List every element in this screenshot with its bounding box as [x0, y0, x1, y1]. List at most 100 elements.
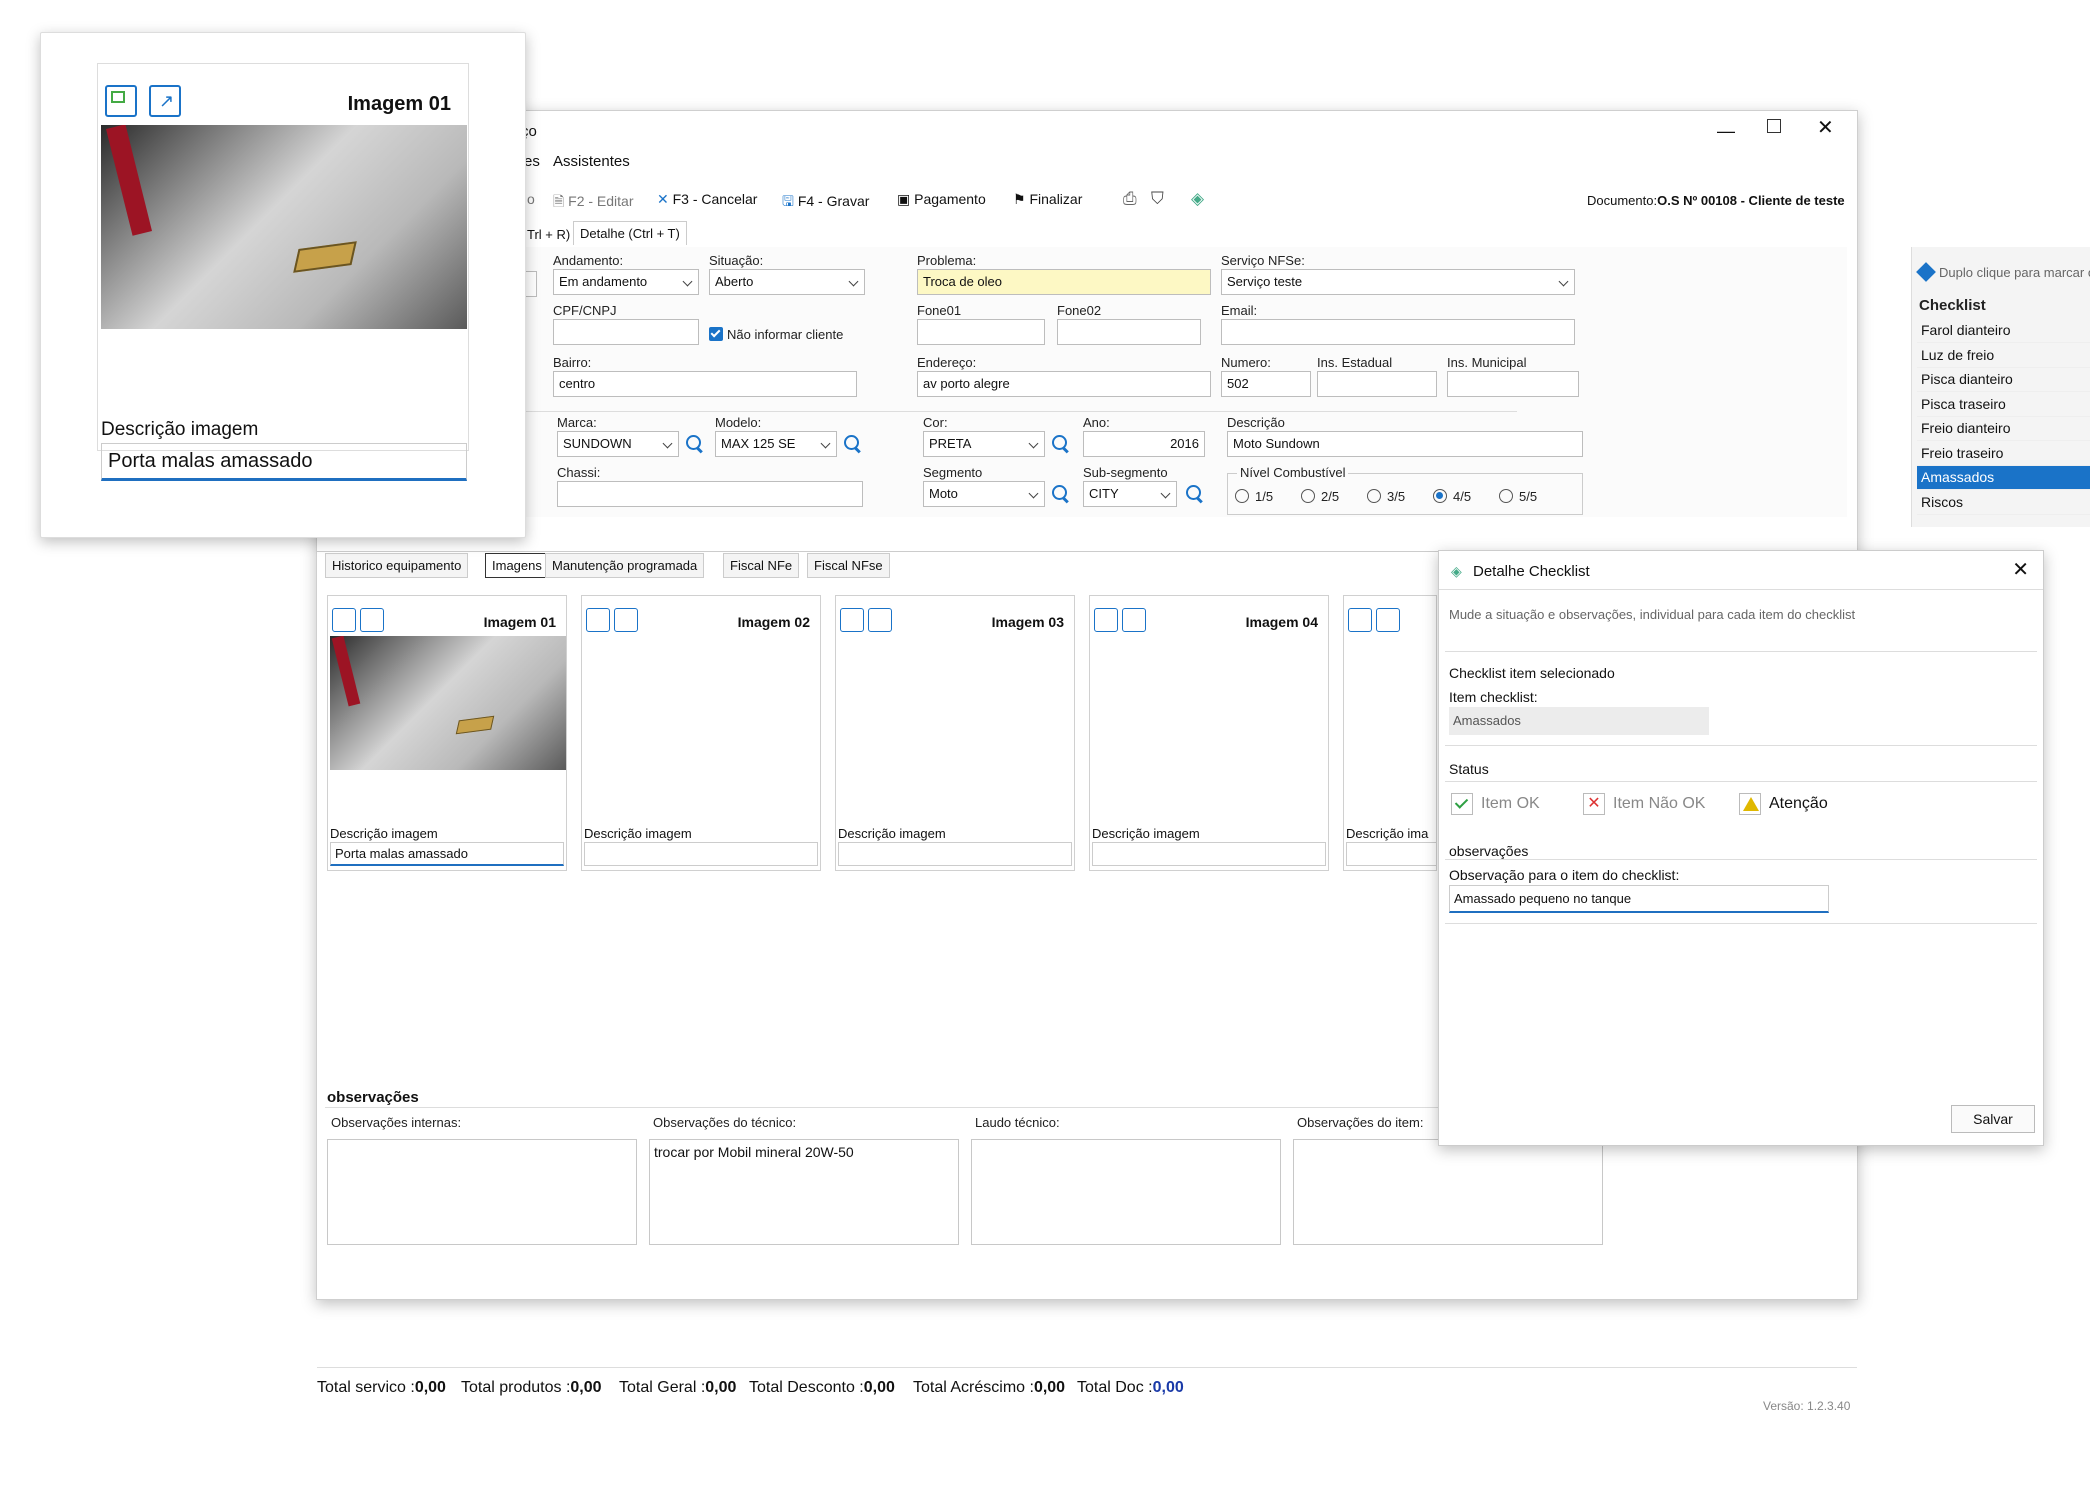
bairro-field[interactable]: centro [553, 371, 857, 397]
image-load-icon[interactable] [332, 608, 356, 632]
dialog-close-icon[interactable]: ✕ [2012, 557, 2029, 582]
tab-bottom[interactable]: Imagens [485, 553, 549, 578]
fuel-radio-4[interactable] [1433, 489, 1447, 503]
endereco-field[interactable]: av porto alegre [917, 371, 1211, 397]
search-subsegmento-icon[interactable] [1183, 483, 1205, 505]
open-external-icon[interactable] [868, 608, 892, 632]
problema-field[interactable]: Troca de oleo [917, 269, 1211, 295]
open-external-icon[interactable] [614, 608, 638, 632]
situacao-select[interactable]: Aberto [709, 269, 865, 295]
andamento-select[interactable]: Em andamento [553, 269, 699, 295]
image-desc-field[interactable] [584, 842, 818, 866]
printer-icon[interactable]: ⎙ [1123, 189, 1137, 209]
status-ok-label[interactable]: Item OK [1481, 795, 1540, 813]
close-button[interactable]: ✕ [1817, 115, 1834, 140]
obs-tecnico-field[interactable]: trocar por Mobil mineral 20W-50 [649, 1139, 959, 1245]
maximize-button[interactable] [1767, 119, 1781, 133]
zoom-desc-field[interactable]: Porta malas amassado [101, 443, 467, 481]
chassi-field[interactable] [557, 481, 863, 507]
ins-municipal-field[interactable] [1447, 371, 1579, 397]
total-label: Total Geral : [619, 1379, 706, 1396]
dialog-obs-field[interactable]: Amassado pequeno no tanque [1449, 885, 1829, 913]
obs-item-field[interactable] [1293, 1139, 1603, 1245]
status-not-ok-label[interactable]: Item Não OK [1613, 795, 1705, 813]
fuel-radio-5[interactable] [1499, 489, 1513, 503]
checklist-item[interactable]: Pisca dianteiro [1917, 368, 2090, 392]
search-cor-icon[interactable] [1049, 433, 1071, 455]
segmento-select[interactable]: Moto [923, 481, 1045, 507]
checklist-item[interactable]: Amassados [1917, 466, 2090, 490]
fone01-field[interactable] [917, 319, 1045, 345]
numero-field[interactable]: 502 [1221, 371, 1311, 397]
filter-icon[interactable]: ⛉ [1151, 189, 1164, 209]
obs-internas-field[interactable] [327, 1139, 637, 1245]
fuel-radio-1[interactable] [1235, 489, 1249, 503]
car-photo [101, 125, 467, 329]
descricao-field[interactable]: Moto Sundown [1227, 431, 1583, 457]
search-modelo-icon[interactable] [841, 433, 863, 455]
tab-partial[interactable]: Trl + R) [521, 223, 576, 246]
search-segmento-icon[interactable] [1049, 483, 1071, 505]
tab-bottom[interactable]: Fiscal NFse [807, 553, 890, 578]
servico-select[interactable]: Serviço teste [1221, 269, 1575, 295]
image-load-icon[interactable] [1348, 608, 1372, 632]
image-load-icon[interactable] [1094, 608, 1118, 632]
tab-bottom[interactable]: Fiscal NFe [723, 553, 800, 578]
status-not-ok-x-icon[interactable]: ✕ [1583, 793, 1605, 815]
laudo-field[interactable] [971, 1139, 1281, 1245]
marca-select[interactable]: SUNDOWN [557, 431, 679, 457]
open-external-icon[interactable] [1122, 608, 1146, 632]
edit-button[interactable]: 🗎 F2 - Editar [553, 191, 634, 215]
menu-item-partial[interactable]: es [524, 153, 540, 170]
checklist-item[interactable]: Luz de freio [1917, 344, 2090, 368]
image-load-icon[interactable] [105, 85, 137, 117]
fuel-radio-2[interactable] [1301, 489, 1315, 503]
checklist-item[interactable]: Freio traseiro [1917, 442, 2090, 466]
ano-field[interactable]: 2016 [1083, 431, 1205, 457]
fuel-radio-3[interactable] [1367, 489, 1381, 503]
modelo-select[interactable]: MAX 125 SE [715, 431, 837, 457]
minimize-button[interactable]: — [1717, 121, 1735, 142]
checklist-item[interactable]: Riscos [1917, 491, 2090, 515]
cancel-button[interactable]: ✕ F3 - Cancelar [657, 191, 757, 208]
fone02-field[interactable] [1057, 319, 1201, 345]
checklist-item[interactable]: Freio dianteiro [1917, 417, 2090, 441]
image-load-icon[interactable] [840, 608, 864, 632]
checklist-item[interactable]: Farol dianteiro [1917, 319, 2090, 343]
open-external-icon[interactable]: ↗ [149, 85, 181, 117]
image-desc-field[interactable]: Porta malas amassado [330, 842, 564, 866]
image-card: Imagem 04 Descrição imagem [1089, 595, 1329, 871]
menu-item-assistentes[interactable]: Assistentes [553, 153, 630, 170]
status-attention-warning-icon[interactable] [1739, 793, 1761, 815]
toolbar-partial[interactable]: o [527, 191, 535, 207]
image-desc-label: Descrição imagem [330, 826, 438, 841]
image-load-icon[interactable] [586, 608, 610, 632]
subsegmento-select[interactable]: CITY [1083, 481, 1177, 507]
status-attention-label[interactable]: Atenção [1769, 795, 1828, 813]
fuel-radio-label: 4/5 [1453, 489, 1472, 504]
checklist-item[interactable]: Pisca traseiro [1917, 393, 2090, 417]
status-ok-check-icon[interactable] [1451, 793, 1473, 815]
total-label: Total produtos : [461, 1379, 571, 1396]
image-desc-field[interactable] [838, 842, 1072, 866]
cor-select[interactable]: PRETA [923, 431, 1045, 457]
save-toolbar-button[interactable]: 🖫 F4 - Gravar [782, 191, 869, 215]
image-desc-field[interactable] [1346, 842, 1436, 866]
email-field[interactable] [1221, 319, 1575, 345]
tab-bottom[interactable]: Historico equipamento [325, 553, 469, 578]
gem-icon[interactable]: ◈ [1191, 189, 1204, 209]
dialog-save-button[interactable]: Salvar [1951, 1105, 2035, 1133]
tab-detail[interactable]: Detalhe (Ctrl + T) [573, 221, 687, 245]
cpf-field[interactable] [553, 319, 699, 345]
section-selected-title: Checklist item selecionado [1449, 665, 1615, 681]
search-marca-icon[interactable] [683, 433, 705, 455]
finish-button[interactable]: ⚑ Finalizar [1013, 191, 1082, 208]
payment-button[interactable]: ▣ Pagamento [897, 191, 986, 208]
ins-estadual-field[interactable] [1317, 371, 1437, 397]
partial-field-1[interactable] [525, 271, 537, 297]
open-external-icon[interactable] [360, 608, 384, 632]
open-external-icon[interactable] [1376, 608, 1400, 632]
image-desc-field[interactable] [1092, 842, 1326, 866]
nao-informar-checkbox[interactable] [709, 327, 723, 341]
tab-bottom[interactable]: Manutenção programada [545, 553, 705, 578]
